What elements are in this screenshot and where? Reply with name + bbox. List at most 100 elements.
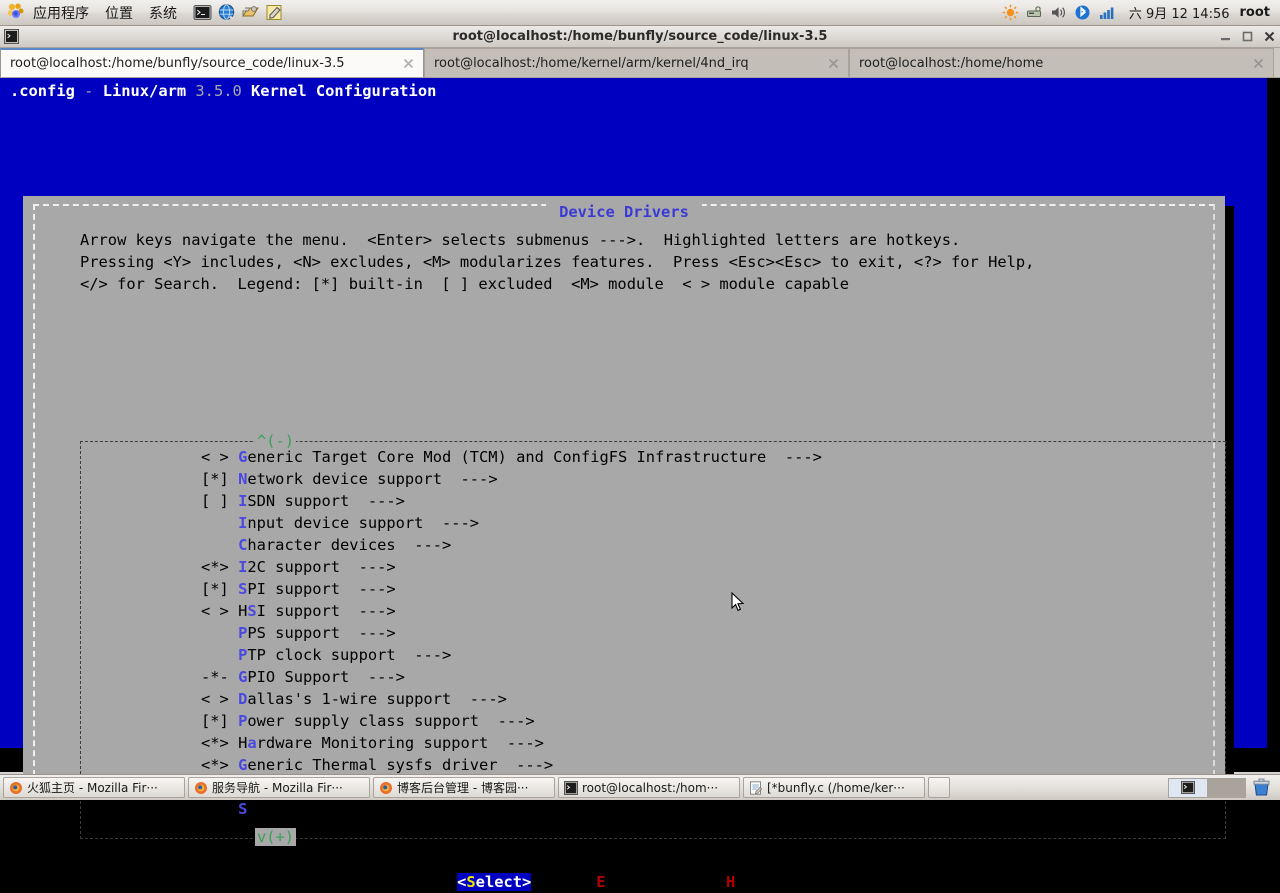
user-menu[interactable]: root (1240, 5, 1280, 20)
tab-linux-3-5[interactable]: root@localhost:/home/bunfly/source_code/… (0, 48, 424, 77)
item-hotkey: a (247, 734, 256, 752)
task-firefox-3[interactable]: 博客后台管理 - 博客园··· (373, 777, 555, 798)
item-label: SDN support (247, 492, 349, 510)
task-label: 服务导航 - Mozilla Fir··· (212, 779, 343, 796)
help-line-1: Arrow keys navigate the menu. <Enter> se… (80, 229, 960, 251)
bluetooth-icon[interactable] (1074, 4, 1091, 21)
gnome-top-panel: 应用程序 位置 系统 六 9月 12 14:5 (0, 0, 1280, 26)
item-submenu-arrow: ---> (498, 712, 535, 730)
menu-item[interactable]: < > Dallas's 1-wire support ---> (23, 688, 1169, 710)
menu-item[interactable]: < > HSI support ---> (23, 600, 1169, 622)
workspace-switcher[interactable] (1168, 778, 1246, 798)
task-firefox-1[interactable]: 火狐主页 - Mozilla Fir··· (3, 777, 185, 798)
item-hotkey: S (247, 602, 256, 620)
help-button[interactable]: < Help > (698, 873, 791, 891)
tab-close-icon[interactable] (402, 57, 415, 70)
tab-home[interactable]: root@localhost:/home/home (849, 48, 1274, 77)
maximize-button[interactable] (1241, 30, 1254, 43)
tab-close-icon[interactable] (1252, 57, 1265, 70)
button-label: elp (735, 873, 781, 891)
terminal-icon (1181, 781, 1195, 794)
window-title: root@localhost:/home/bunfly/source_code/… (0, 29, 1280, 44)
menu-item[interactable]: <*> I2C support ---> (23, 556, 1169, 578)
item-gap (229, 558, 238, 576)
menu-applications[interactable]: 应用程序 (26, 1, 96, 25)
clock[interactable]: 六 9月 12 14:56 (1119, 3, 1240, 22)
gnome-foot-logo-icon[interactable] (6, 2, 25, 24)
item-mark: <*> (201, 756, 229, 774)
button-close-bracket: > (782, 873, 791, 891)
item-gap2 (479, 712, 498, 730)
menu-system[interactable]: 系统 (142, 1, 184, 25)
mouse-cursor (731, 592, 745, 612)
files-icon[interactable] (241, 3, 260, 22)
network-icon[interactable] (1026, 4, 1043, 21)
item-gap2 (498, 756, 517, 774)
item-hotkey: P (238, 646, 247, 664)
button-label: elect (476, 873, 522, 891)
item-mark: -*- (201, 668, 229, 686)
item-label: 2C support (247, 558, 340, 576)
menu-item[interactable]: [ ] ISDN support ---> (23, 490, 1169, 512)
menu-item[interactable]: [*] Power supply class support ---> (23, 710, 1169, 732)
item-gap (229, 624, 238, 642)
menu-item[interactable]: Input device support ---> (23, 512, 1169, 534)
trash-icon[interactable] (1252, 778, 1277, 797)
task-firefox-2[interactable]: 服务导航 - Mozilla Fir··· (188, 777, 370, 798)
menu-item[interactable]: <*> Hardware Monitoring support ---> (23, 732, 1169, 754)
item-gap (229, 448, 238, 466)
tab-label: root@localhost:/home/kernel/arm/kernel/4… (434, 56, 749, 71)
menu-item[interactable]: PTP clock support ---> (23, 644, 1169, 666)
tab-4nd-irq[interactable]: root@localhost:/home/kernel/arm/kernel/4… (424, 48, 849, 77)
menu-item[interactable]: [*] Network device support ---> (23, 468, 1169, 490)
item-gap2 (349, 492, 368, 510)
volume-icon[interactable] (1050, 4, 1067, 21)
menu-item-list: < > Generic Target Core Mod (TCM) and Co… (23, 446, 1169, 820)
item-hotkey: P (238, 624, 247, 642)
minimize-button[interactable] (1219, 30, 1232, 43)
button-hotkey: E (596, 873, 605, 891)
menu-item[interactable]: Sonics Silicon Backplane ---> (23, 798, 1169, 820)
menu-item[interactable]: Character devices ---> (23, 534, 1169, 556)
menu-item[interactable]: -*- GPIO Support ---> (23, 666, 1169, 688)
menuconfig-dialog: Device Drivers Arrow keys navigate the m… (23, 196, 1225, 794)
item-label: haracter devices (247, 536, 395, 554)
menu-item[interactable]: <*> Generic Thermal sysfs driver ---> (23, 754, 1169, 776)
menu-item[interactable]: PPS support ---> (23, 622, 1169, 644)
workspace-1[interactable] (1169, 779, 1207, 797)
menu-places[interactable]: 位置 (98, 1, 140, 25)
item-gap2 (340, 602, 359, 620)
exit-button[interactable]: < Exit > (568, 873, 661, 891)
item-label: nput device support (247, 514, 423, 532)
tab-close-icon[interactable] (827, 57, 840, 70)
item-gap (229, 514, 238, 532)
item-submenu-arrow: ---> (414, 646, 451, 664)
button-open-bracket: < (457, 873, 466, 891)
item-label: eneric Target Core Mod (TCM) and ConfigF… (247, 448, 766, 466)
task-label: [*bunfly.c (/home/ker··· (767, 781, 905, 795)
item-gap2 (766, 448, 785, 466)
task-overflow[interactable] (928, 777, 950, 798)
workspace-2[interactable] (1207, 779, 1245, 797)
terminal-screen[interactable]: .config - Linux/arm 3.5.0 Kernel Configu… (0, 78, 1280, 772)
menu-item[interactable]: [*] SPI support ---> (23, 578, 1169, 600)
item-label: PI support (247, 580, 340, 598)
text-editor-icon[interactable] (265, 3, 284, 22)
item-mark (201, 536, 229, 554)
item-mark: < > (201, 448, 229, 466)
signal-icon[interactable] (1098, 4, 1115, 21)
task-terminal[interactable]: root@localhost:/hom··· (558, 777, 740, 798)
item-submenu-arrow: ---> (359, 602, 396, 620)
item-submenu-arrow: ---> (470, 690, 507, 708)
item-hotkey: S (238, 800, 247, 818)
task-text-editor[interactable]: [*bunfly.c (/home/ker··· (743, 777, 925, 798)
item-gap (229, 734, 238, 752)
terminal-icon[interactable] (193, 3, 212, 22)
close-button[interactable] (1263, 30, 1276, 43)
task-label: 博客后台管理 - 博客园··· (397, 779, 528, 796)
brightness-icon[interactable] (1002, 4, 1019, 21)
browser-icon[interactable] (217, 3, 236, 22)
select-button[interactable]: <Select> (457, 873, 531, 891)
menu-item[interactable]: < > Generic Target Core Mod (TCM) and Co… (23, 446, 1169, 468)
item-hotkey: G (238, 756, 247, 774)
